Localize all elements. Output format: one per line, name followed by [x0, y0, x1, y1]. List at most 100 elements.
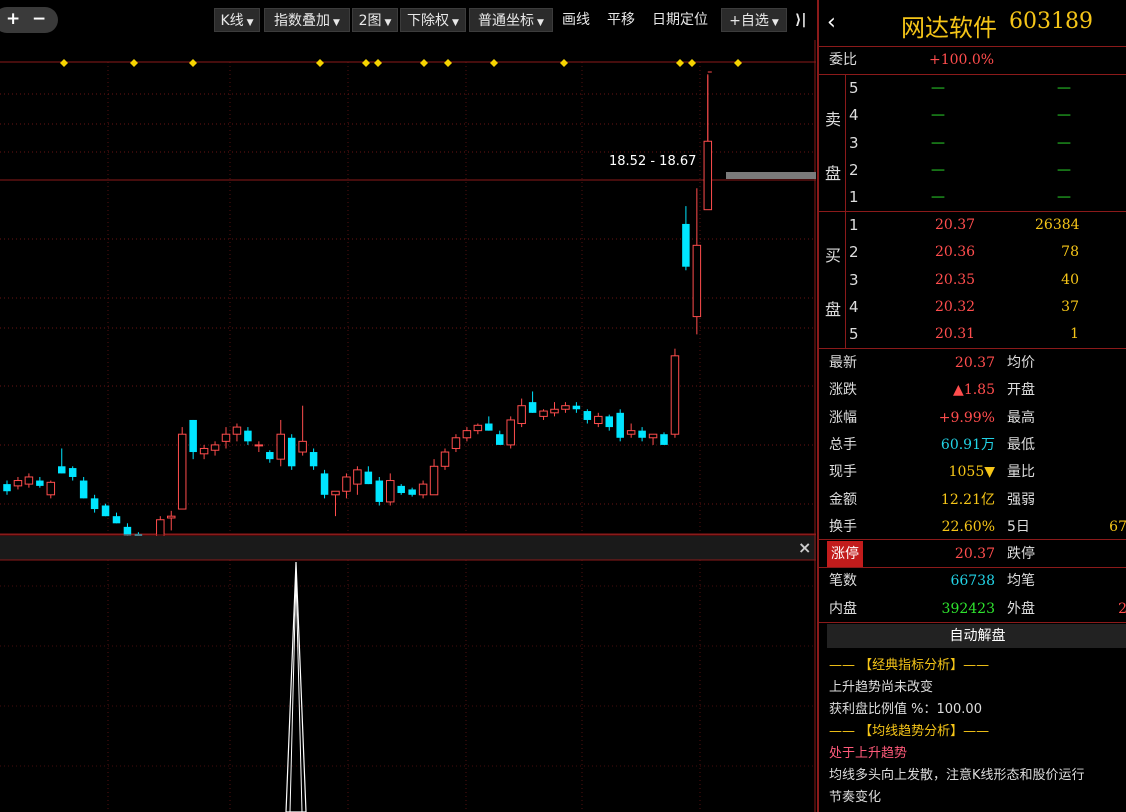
caret-down-icon: ▼ — [537, 18, 544, 28]
candle-body — [572, 405, 581, 410]
candle-body — [167, 515, 176, 519]
stat-label: 笔数 — [829, 573, 857, 590]
candle-body — [496, 434, 504, 445]
bid-row[interactable]: 4 20.32 37 — [819, 294, 1126, 321]
stat-value: +9.99% — [938, 409, 995, 426]
stock-title-bar: ‹ 网达软件 603189 — [819, 0, 1126, 47]
auto-analysis-button[interactable]: 自动解盘 — [827, 624, 1126, 648]
bid-row[interactable]: 3 20.35 40 — [819, 267, 1126, 294]
event-marker-icon — [420, 59, 428, 67]
zoom-in-button[interactable]: + — [6, 9, 20, 29]
stat-row: 涨停 20.37 跌停 — [819, 541, 1126, 569]
candle-body — [616, 412, 624, 438]
analysis-line: 节奏变化 — [829, 790, 882, 805]
candle-body — [451, 437, 461, 449]
draw-line-button[interactable]: 画线 — [562, 8, 590, 32]
bid-row[interactable]: 1 20.37 26384 — [819, 212, 1126, 239]
ask-volume: — — [1057, 107, 1071, 124]
adjust-dropdown[interactable]: 下除权 ▼ — [400, 8, 466, 32]
bid-volume: 26384 — [1035, 217, 1080, 233]
candle-body — [232, 426, 242, 435]
volume-chart — [0, 536, 816, 812]
ask-row[interactable]: 2 — — — [819, 157, 1126, 184]
add-favorite-dropdown[interactable]: +自选 ▼ — [721, 8, 787, 32]
stat-label: 换手 — [829, 518, 857, 535]
candle-body — [429, 465, 439, 496]
divider — [819, 567, 1126, 568]
ask-row[interactable]: 1 — — — [819, 184, 1126, 211]
candle-body — [418, 483, 428, 496]
bid-level: 3 — [849, 270, 859, 289]
divider — [819, 539, 1126, 540]
candle-body — [68, 468, 77, 477]
two-chart-dropdown[interactable]: 2图 ▼ — [352, 8, 398, 32]
collapse-panel-icon[interactable]: ⟩| — [795, 8, 807, 32]
coord-dropdown[interactable]: 普通坐标 ▼ — [469, 8, 553, 32]
ask-level: 2 — [849, 160, 859, 179]
kline-dropdown[interactable]: K线 ▼ — [214, 8, 260, 32]
stat-label: 内盘 — [829, 600, 857, 617]
event-marker-icon — [490, 59, 498, 67]
candle-body — [408, 489, 416, 495]
pan-button[interactable]: 平移 — [607, 8, 635, 32]
ask-level: 1 — [849, 188, 859, 207]
candle-body — [583, 411, 592, 420]
candle-body — [123, 526, 132, 536]
price-range-bar — [726, 172, 816, 179]
close-indicator-icon[interactable]: × — [798, 538, 811, 557]
ask-price: — — [931, 107, 945, 124]
candle-body — [550, 408, 559, 414]
indicator-spike-inner — [289, 575, 303, 812]
zoom-pill: + − — [0, 7, 58, 33]
stat-label: 总手 — [829, 436, 857, 453]
stat-row: 最新 20.37 均价 — [819, 350, 1126, 377]
stat-label: 涨跌 — [829, 382, 857, 399]
stat-label-2: 均笔 — [1007, 573, 1035, 590]
stat-value-2: 67 — [1109, 518, 1126, 535]
stat-value: 22.60% — [941, 518, 995, 535]
divider — [845, 75, 846, 211]
candle-body — [46, 481, 56, 496]
candle-body — [112, 516, 121, 524]
two-chart-label: 2图 — [358, 13, 382, 29]
stat-value: 20.37 — [954, 546, 995, 563]
candle-body — [156, 519, 165, 536]
indicator-spike — [285, 561, 307, 812]
zoom-out-button[interactable]: − — [32, 9, 46, 29]
ask-price: — — [931, 134, 945, 151]
ask-level: 3 — [849, 133, 859, 152]
back-arrow-icon[interactable]: ‹ — [827, 10, 836, 35]
bid-price: 20.32 — [935, 298, 976, 315]
candle-body — [101, 505, 110, 517]
kline-chart[interactable] — [0, 0, 816, 536]
index-overlay-dropdown[interactable]: 指数叠加 ▼ — [264, 8, 350, 32]
stat-label: 金额 — [829, 491, 857, 508]
candle-body — [342, 476, 351, 492]
weibi-label: 委比 — [829, 52, 857, 68]
stat-row: 换手 22.60% 5日 67 — [819, 514, 1126, 541]
stat-label-2: 量比 — [1007, 464, 1035, 481]
bid-volume: 1 — [1070, 326, 1079, 343]
event-marker-icon — [444, 59, 452, 67]
stat-label: 现手 — [829, 464, 857, 481]
ask-row[interactable]: 5 — — — [819, 75, 1126, 102]
stock-name: 网达软件 — [901, 14, 997, 42]
chart-area[interactable]: + − K线 ▼ 指数叠加 ▼ 2图 ▼ 下除权 ▼ 普通坐标 ▼ 画线 平移 日期定位 … — [0, 0, 816, 812]
ask-volume: — — [1057, 80, 1071, 96]
candle-body — [58, 466, 66, 474]
ask-row[interactable]: 4 — — — [819, 102, 1126, 129]
add-favorite-label: +自选 — [729, 13, 769, 29]
stat-value: 12.21亿 — [940, 491, 995, 508]
bid-level: 4 — [849, 297, 859, 316]
stat-value: ▲1.85 — [953, 382, 995, 399]
stat-label-2: 强弱 — [1007, 491, 1035, 508]
candle-body — [626, 430, 636, 435]
bid-level: 5 — [849, 325, 859, 344]
stat-value: 60.91万 — [940, 436, 995, 453]
bid-row[interactable]: 5 20.31 1 — [819, 321, 1126, 348]
candle-body — [13, 480, 23, 487]
bid-row[interactable]: 2 20.36 78 — [819, 239, 1126, 266]
date-locate-button[interactable]: 日期定位 — [652, 8, 708, 32]
ask-row[interactable]: 3 — — — [819, 130, 1126, 157]
weibi-value: +100.0% — [929, 52, 995, 68]
